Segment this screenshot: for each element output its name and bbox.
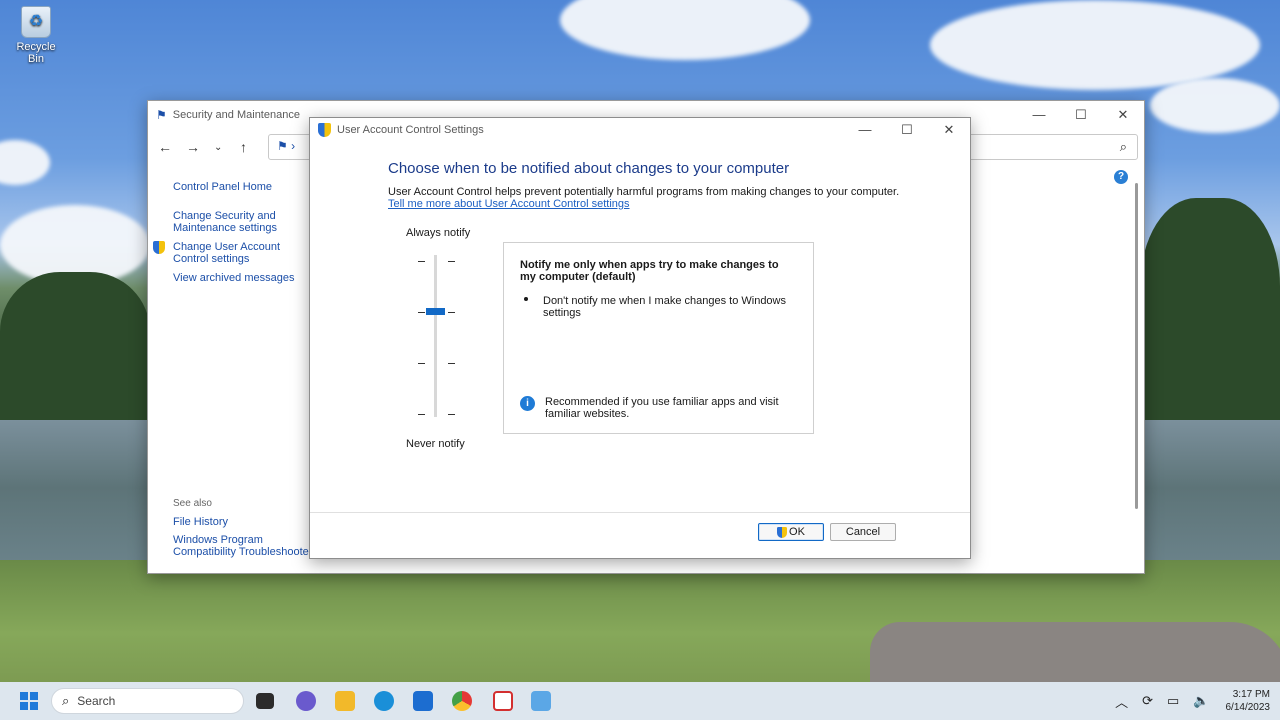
help-icon[interactable]: ? [1114, 170, 1128, 184]
uac-shield-icon [777, 526, 788, 538]
recycle-bin-icon: ♻ [21, 6, 51, 38]
sidebar-link-security-settings[interactable]: Change Security and Maintenance settings [173, 210, 313, 234]
snipping-tool-icon[interactable] [493, 691, 513, 711]
flag-icon: ⚑ [156, 108, 167, 122]
task-view-icon[interactable] [256, 693, 274, 709]
trees [1140, 198, 1280, 420]
info-icon: i [520, 396, 535, 411]
uac-shield-icon [318, 123, 331, 137]
notify-slider-thumb[interactable] [426, 308, 445, 315]
chat-icon[interactable] [296, 691, 316, 711]
see-also-heading: See also [173, 498, 212, 509]
taskbar-search-placeholder: Search [77, 694, 116, 708]
slider-tick [418, 414, 425, 415]
close-button[interactable]: ✕ [1102, 107, 1144, 123]
clock[interactable]: 3:17 PM 6/14/2023 [1226, 688, 1271, 714]
search-icon: ⌕ [62, 693, 70, 708]
chevron-up-icon[interactable]: ︿ [1115, 692, 1128, 711]
notify-slider-track[interactable] [434, 255, 437, 417]
uac-dialog-title: User Account Control Settings [337, 124, 484, 136]
minimize-button[interactable]: — [1018, 107, 1060, 123]
maximize-button[interactable]: ☐ [886, 122, 928, 138]
forward-arrow-icon[interactable]: → [186, 139, 214, 155]
ok-button-label: OK [789, 526, 805, 538]
cloud [930, 0, 1260, 90]
control-panel-icon[interactable] [531, 691, 551, 711]
sidebar-link-uac-settings[interactable]: Change User Account Control settings [153, 241, 313, 265]
dialog-footer: OK Cancel [310, 512, 970, 558]
sync-icon[interactable]: ⟳ [1142, 693, 1153, 709]
network-icon[interactable]: ▭ [1167, 693, 1179, 709]
start-button[interactable] [20, 692, 38, 710]
level-recommendation: Recommended if you use familiar apps and… [545, 396, 779, 420]
slider-top-label: Always notify [406, 227, 471, 239]
compatibility-troubleshooter-link[interactable]: Windows Program Compatibility Troublesho… [173, 534, 313, 558]
scrollbar[interactable] [1135, 183, 1138, 509]
sidebar-link-archived-messages[interactable]: View archived messages [173, 272, 313, 284]
up-arrow-icon[interactable]: ↑ [240, 139, 268, 155]
slider-tick [418, 363, 425, 364]
slider-tick [418, 312, 425, 313]
cloud [1150, 78, 1280, 133]
file-history-link[interactable]: File History [173, 516, 313, 528]
cancel-button[interactable]: Cancel [830, 523, 896, 541]
slider-tick [448, 414, 455, 415]
ok-button[interactable]: OK [758, 523, 824, 541]
sidebar: Control Panel Home Change Security and M… [153, 181, 313, 284]
bullet-icon [524, 297, 528, 301]
security-window-title: Security and Maintenance [172, 109, 300, 121]
maximize-button[interactable]: ☐ [1060, 107, 1102, 123]
taskbar: ⌕ Search ︿ ⟳ ▭ 🔈 3:17 PM 6/14/2023 [0, 682, 1280, 720]
slider-tick [448, 363, 455, 364]
minimize-button[interactable]: — [844, 122, 886, 138]
slider-tick [448, 312, 455, 313]
learn-more-link[interactable]: Tell me more about User Account Control … [388, 198, 630, 210]
close-button[interactable]: ✕ [928, 122, 970, 138]
level-bullet: Don't notify me when I make changes to W… [543, 295, 786, 319]
see-also-links: File History Windows Program Compatibili… [173, 516, 313, 564]
edge-icon[interactable] [374, 691, 394, 711]
chrome-icon[interactable] [452, 691, 472, 711]
volume-muted-icon[interactable]: 🔈 [1193, 693, 1209, 709]
recycle-bin-label: Recycle Bin [16, 41, 56, 65]
sidebar-link-uac-label: Change User Account Control settings [173, 241, 281, 265]
store-icon[interactable] [413, 691, 433, 711]
slider-tick [448, 261, 455, 262]
cloud [560, 0, 810, 60]
level-title: Notify me only when apps try to make cha… [520, 259, 779, 283]
file-explorer-icon[interactable] [335, 691, 355, 711]
recycle-bin[interactable]: ♻ Recycle Bin [8, 6, 64, 65]
cloud [0, 140, 50, 185]
trees [0, 272, 150, 422]
flag-icon: ⚑ › [277, 139, 296, 153]
breadcrumb-separator: › [291, 139, 296, 153]
control-panel-home-link[interactable]: Control Panel Home [173, 181, 313, 193]
search-icon[interactable]: ⌕ [1120, 139, 1127, 155]
uac-heading: Choose when to be notified about changes… [388, 160, 790, 177]
chevron-down-icon[interactable]: ⌄ [214, 142, 240, 153]
uac-shield-icon [153, 241, 165, 254]
taskbar-search[interactable]: ⌕ Search [51, 688, 244, 714]
level-description-box: Notify me only when apps try to make cha… [503, 242, 814, 434]
uac-description: User Account Control helps prevent poten… [388, 186, 900, 198]
clock-time: 3:17 PM [1232, 689, 1270, 700]
system-tray: ︿ ⟳ ▭ 🔈 3:17 PM 6/14/2023 [1101, 686, 1270, 716]
uac-settings-dialog: User Account Control Settings — ☐ ✕ Choo… [309, 117, 971, 559]
uac-titlebar: User Account Control Settings — ☐ ✕ [310, 118, 970, 142]
clock-date: 6/14/2023 [1225, 702, 1271, 713]
slider-tick [418, 261, 425, 262]
slider-bottom-label: Never notify [406, 438, 465, 450]
back-arrow-icon[interactable]: ← [158, 139, 186, 155]
